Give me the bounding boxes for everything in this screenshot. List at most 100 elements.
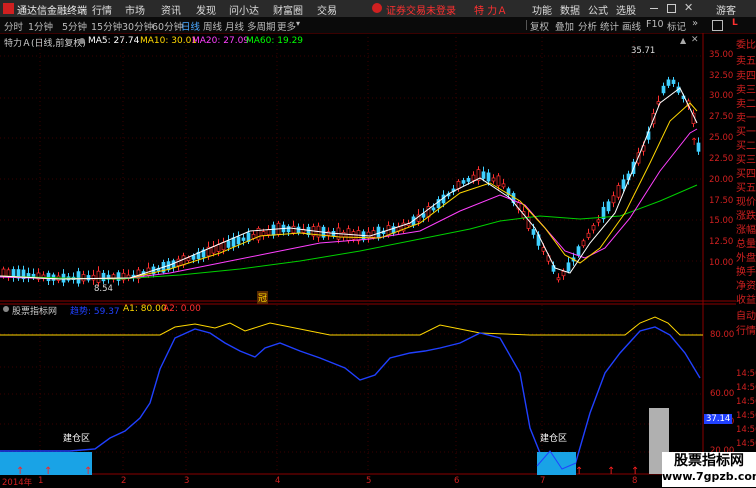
candle-body: [241, 237, 246, 241]
menu-gongneng[interactable]: 功能: [532, 2, 552, 17]
toolbar-diejia[interactable]: 叠加: [555, 19, 574, 33]
period-fenshi[interactable]: 分时: [4, 19, 23, 33]
side-label: 现价: [736, 197, 756, 208]
period-day[interactable]: 日线: [181, 19, 200, 33]
side-label: 14:50: [736, 369, 756, 379]
toolbar-huaxian[interactable]: 画线: [622, 19, 641, 33]
candle-body: [591, 225, 596, 231]
candle-body: [216, 244, 221, 252]
candle-body: [366, 231, 371, 239]
layout-icon[interactable]: [712, 20, 723, 31]
maximize-icon[interactable]: [667, 4, 676, 13]
kline-chart[interactable]: ↑ ↑ ↑ ↑ ↑ ↑ ↑: [0, 33, 736, 476]
side-label: 行情: [736, 326, 756, 337]
period-multi[interactable]: 多周期: [247, 19, 276, 33]
menu-xuangu[interactable]: 选股: [616, 2, 636, 17]
period-30min[interactable]: 30分钟: [122, 19, 153, 33]
candle-body: [261, 231, 266, 236]
candle-body: [1, 268, 6, 277]
chevron-down-icon[interactable]: ▾: [296, 19, 300, 28]
menu-faxian[interactable]: 发现: [196, 2, 216, 17]
price-tick-25: 25.00: [709, 133, 734, 143]
divider: [526, 20, 527, 30]
price-tick-17-5: 17.50: [709, 196, 734, 206]
warning-icon: [372, 3, 382, 13]
stock-title: 特 力Ａ: [474, 6, 508, 17]
toolbar-biaoji[interactable]: 标记: [667, 19, 686, 33]
period-more[interactable]: 更多: [277, 19, 296, 33]
candle-body: [186, 257, 191, 262]
candle-body: [491, 177, 496, 182]
candle-body: [596, 219, 601, 223]
indicator-dot-icon[interactable]: [3, 306, 9, 312]
toolbar-fenxi[interactable]: 分析: [578, 19, 597, 33]
candle-body: [86, 275, 91, 281]
site-watermark: 股票指标网 www.7gpzb.com: [662, 452, 756, 487]
side-label: 买三: [736, 155, 756, 166]
side-label: 外盘: [736, 253, 756, 264]
candle-body: [561, 271, 566, 277]
accumulation-zone-2: [537, 452, 576, 475]
side-label: 14:50: [736, 397, 756, 407]
watermark-title: 股票指标网: [674, 453, 744, 469]
menu-wenxiaoda[interactable]: 问小达: [229, 2, 259, 17]
toolbar-fuquan[interactable]: 复权: [530, 19, 549, 33]
candle-body: [176, 258, 181, 267]
period-1min[interactable]: 1分钟: [28, 19, 53, 33]
candle-body: [236, 236, 241, 245]
candle-body: [46, 272, 51, 282]
candle-body: [251, 233, 256, 239]
menu-shuju[interactable]: 数据: [560, 2, 580, 17]
candle-body: [271, 224, 276, 236]
more-icon[interactable]: »: [692, 18, 698, 29]
indicator-a2: A2: 0.00: [163, 304, 201, 314]
price-tick-15: 15.00: [709, 216, 734, 226]
menu-caifuquan[interactable]: 财富圈: [273, 2, 303, 17]
candle-body: [496, 175, 501, 187]
price-tick-35: 35.00: [709, 50, 734, 60]
x-tick-2014: 2014年: [2, 478, 33, 488]
period-15min[interactable]: 15分钟: [91, 19, 122, 33]
minimize-icon[interactable]: [650, 8, 658, 9]
side-label: 卖一: [736, 113, 756, 124]
x-tick-4: 4: [275, 476, 281, 486]
menu-jiaoyi[interactable]: 交易: [317, 2, 337, 17]
candle-body: [671, 79, 676, 84]
svg-text:↑: ↑: [44, 466, 52, 476]
menu-gongshi[interactable]: 公式: [588, 2, 608, 17]
candle-body: [616, 185, 621, 198]
login-notice[interactable]: 证券交易未登录: [386, 2, 456, 17]
candle-body: [81, 274, 86, 282]
candle-body: [576, 246, 581, 256]
candle-body: [341, 231, 346, 238]
svg-text:↑: ↑: [690, 137, 698, 148]
period-month[interactable]: 月线: [225, 19, 244, 33]
svg-text:↑: ↑: [607, 466, 615, 476]
period-week[interactable]: 周线: [203, 19, 222, 33]
toolbar-tongji[interactable]: 统计: [600, 19, 619, 33]
candle-body: [556, 277, 561, 281]
menu-zixun[interactable]: 资讯: [161, 2, 181, 17]
toolbar-f10[interactable]: F10: [646, 19, 664, 30]
candle-body: [581, 240, 586, 247]
menu-hangqing[interactable]: 行情: [92, 2, 112, 17]
x-tick-2: 2: [121, 476, 127, 486]
candlesticks: [1, 76, 701, 287]
side-label: 卖二: [736, 99, 756, 110]
candle-body: [661, 85, 666, 94]
price-tick-27-5: 27.50: [709, 112, 734, 122]
candle-body: [291, 225, 296, 234]
candle-body: [486, 172, 491, 182]
candle-body: [286, 226, 291, 233]
menu-shichang[interactable]: 市场: [125, 2, 145, 17]
user-guest[interactable]: 游客: [716, 2, 736, 17]
event-mark[interactable]: 冠: [257, 291, 269, 304]
x-tick-7: 7: [540, 476, 546, 486]
candle-body: [91, 274, 96, 281]
close-icon[interactable]: ✕: [684, 1, 693, 14]
period-5min[interactable]: 5分钟: [62, 19, 87, 33]
period-toolbar: 分时 1分钟 5分钟 15分钟 30分钟 60分钟 日线 周线 月线 多周期 更…: [0, 17, 756, 34]
side-label: 净资: [736, 281, 756, 292]
period-60min[interactable]: 60分钟: [152, 19, 183, 33]
watermark-url: www.7gpzb.com: [662, 470, 756, 483]
